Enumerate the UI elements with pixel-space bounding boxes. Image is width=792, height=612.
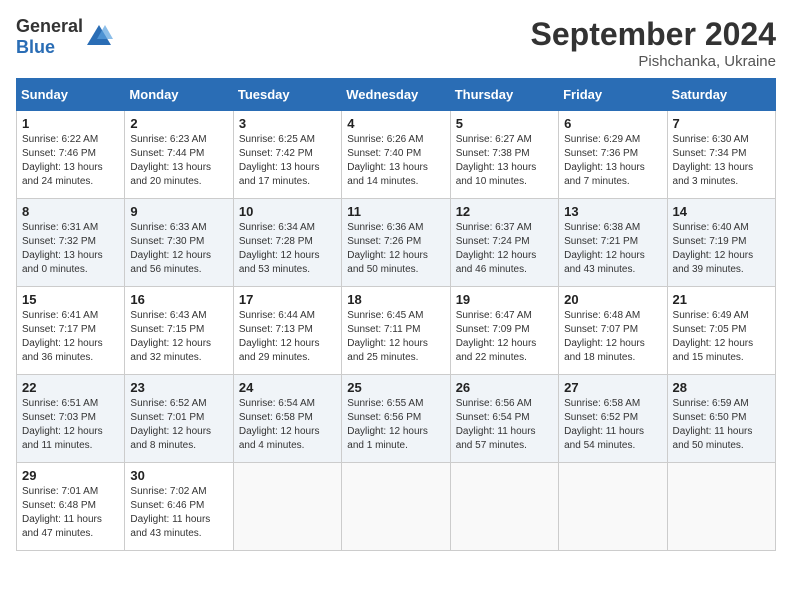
day-14: 14 Sunrise: 6:40 AMSunset: 7:19 PMDaylig… <box>667 199 775 287</box>
day-27: 27 Sunrise: 6:58 AMSunset: 6:52 PMDaylig… <box>559 375 667 463</box>
title-block: September 2024 Pishchanka, Ukraine <box>531 16 776 70</box>
calendar-table: Sunday Monday Tuesday Wednesday Thursday… <box>16 78 776 551</box>
logo-general: General <box>16 16 83 36</box>
day-12: 12 Sunrise: 6:37 AMSunset: 7:24 PMDaylig… <box>450 199 558 287</box>
calendar-header-row: Sunday Monday Tuesday Wednesday Thursday… <box>17 79 776 111</box>
calendar-week-4: 22 Sunrise: 6:51 AMSunset: 7:03 PMDaylig… <box>17 375 776 463</box>
col-friday: Friday <box>559 79 667 111</box>
empty-cell-3 <box>450 463 558 551</box>
day-16: 16 Sunrise: 6:43 AMSunset: 7:15 PMDaylig… <box>125 287 233 375</box>
day-7: 7 Sunrise: 6:30 AMSunset: 7:34 PMDayligh… <box>667 111 775 199</box>
calendar-week-2: 8 Sunrise: 6:31 AMSunset: 7:32 PMDayligh… <box>17 199 776 287</box>
page-header: General Blue September 2024 Pishchanka, … <box>16 16 776 70</box>
location: Pishchanka, Ukraine <box>531 53 776 70</box>
day-15: 15 Sunrise: 6:41 AMSunset: 7:17 PMDaylig… <box>17 287 125 375</box>
day-9: 9 Sunrise: 6:33 AMSunset: 7:30 PMDayligh… <box>125 199 233 287</box>
day-28: 28 Sunrise: 6:59 AMSunset: 6:50 PMDaylig… <box>667 375 775 463</box>
day-8: 8 Sunrise: 6:31 AMSunset: 7:32 PMDayligh… <box>17 199 125 287</box>
col-tuesday: Tuesday <box>233 79 341 111</box>
calendar-week-3: 15 Sunrise: 6:41 AMSunset: 7:17 PMDaylig… <box>17 287 776 375</box>
col-thursday: Thursday <box>450 79 558 111</box>
day-24: 24 Sunrise: 6:54 AMSunset: 6:58 PMDaylig… <box>233 375 341 463</box>
day-21: 21 Sunrise: 6:49 AMSunset: 7:05 PMDaylig… <box>667 287 775 375</box>
day-30: 30 Sunrise: 7:02 AMSunset: 6:46 PMDaylig… <box>125 463 233 551</box>
day-6: 6 Sunrise: 6:29 AMSunset: 7:36 PMDayligh… <box>559 111 667 199</box>
day-4: 4 Sunrise: 6:26 AMSunset: 7:40 PMDayligh… <box>342 111 450 199</box>
day-5: 5 Sunrise: 6:27 AMSunset: 7:38 PMDayligh… <box>450 111 558 199</box>
day-25: 25 Sunrise: 6:55 AMSunset: 6:56 PMDaylig… <box>342 375 450 463</box>
col-wednesday: Wednesday <box>342 79 450 111</box>
day-26: 26 Sunrise: 6:56 AMSunset: 6:54 PMDaylig… <box>450 375 558 463</box>
empty-cell-5 <box>667 463 775 551</box>
calendar-week-5: 29 Sunrise: 7:01 AMSunset: 6:48 PMDaylig… <box>17 463 776 551</box>
day-2: 2 Sunrise: 6:23 AMSunset: 7:44 PMDayligh… <box>125 111 233 199</box>
logo: General Blue <box>16 16 113 58</box>
day-3: 3 Sunrise: 6:25 AMSunset: 7:42 PMDayligh… <box>233 111 341 199</box>
empty-cell-4 <box>559 463 667 551</box>
day-23: 23 Sunrise: 6:52 AMSunset: 7:01 PMDaylig… <box>125 375 233 463</box>
day-10: 10 Sunrise: 6:34 AMSunset: 7:28 PMDaylig… <box>233 199 341 287</box>
month-title: September 2024 <box>531 16 776 53</box>
logo-icon <box>85 23 113 51</box>
col-saturday: Saturday <box>667 79 775 111</box>
day-19: 19 Sunrise: 6:47 AMSunset: 7:09 PMDaylig… <box>450 287 558 375</box>
calendar-week-1: 1 Sunrise: 6:22 AMSunset: 7:46 PMDayligh… <box>17 111 776 199</box>
col-sunday: Sunday <box>17 79 125 111</box>
day-29: 29 Sunrise: 7:01 AMSunset: 6:48 PMDaylig… <box>17 463 125 551</box>
day-13: 13 Sunrise: 6:38 AMSunset: 7:21 PMDaylig… <box>559 199 667 287</box>
empty-cell-2 <box>342 463 450 551</box>
day-20: 20 Sunrise: 6:48 AMSunset: 7:07 PMDaylig… <box>559 287 667 375</box>
day-18: 18 Sunrise: 6:45 AMSunset: 7:11 PMDaylig… <box>342 287 450 375</box>
logo-blue: Blue <box>16 37 55 57</box>
day-17: 17 Sunrise: 6:44 AMSunset: 7:13 PMDaylig… <box>233 287 341 375</box>
day-1: 1 Sunrise: 6:22 AMSunset: 7:46 PMDayligh… <box>17 111 125 199</box>
empty-cell-1 <box>233 463 341 551</box>
day-11: 11 Sunrise: 6:36 AMSunset: 7:26 PMDaylig… <box>342 199 450 287</box>
day-22: 22 Sunrise: 6:51 AMSunset: 7:03 PMDaylig… <box>17 375 125 463</box>
col-monday: Monday <box>125 79 233 111</box>
